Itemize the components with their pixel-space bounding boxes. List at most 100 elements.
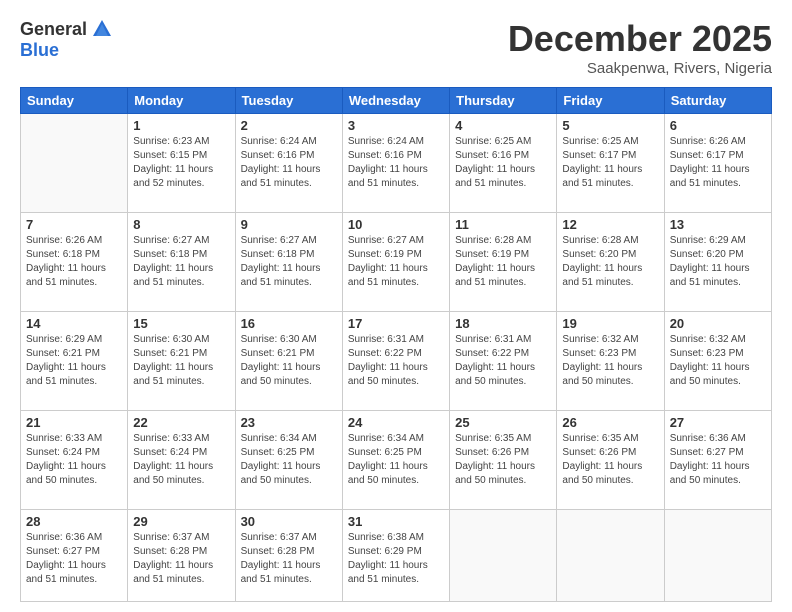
day-info: Sunrise: 6:29 AM Sunset: 6:21 PM Dayligh… — [26, 333, 122, 389]
day-number: 10 — [348, 217, 444, 232]
day-info: Sunrise: 6:26 AM Sunset: 6:18 PM Dayligh… — [26, 234, 122, 290]
day-info: Sunrise: 6:35 AM Sunset: 6:26 PM Dayligh… — [562, 432, 658, 488]
day-number: 24 — [348, 415, 444, 430]
calendar-cell: 14 Sunrise: 6:29 AM Sunset: 6:21 PM Dayli… — [21, 311, 128, 410]
weekday-thursday: Thursday — [450, 88, 557, 114]
day-number: 31 — [348, 514, 444, 529]
day-number: 3 — [348, 118, 444, 133]
calendar-cell: 30 Sunrise: 6:37 AM Sunset: 6:28 PM Dayli… — [235, 509, 342, 601]
day-number: 4 — [455, 118, 551, 133]
day-info: Sunrise: 6:37 AM Sunset: 6:28 PM Dayligh… — [133, 531, 229, 587]
calendar-cell: 27 Sunrise: 6:36 AM Sunset: 6:27 PM Dayli… — [664, 410, 771, 509]
calendar-cell: 26 Sunrise: 6:35 AM Sunset: 6:26 PM Dayli… — [557, 410, 664, 509]
day-number: 16 — [241, 316, 337, 331]
calendar-cell: 17 Sunrise: 6:31 AM Sunset: 6:22 PM Dayli… — [342, 311, 449, 410]
day-info: Sunrise: 6:38 AM Sunset: 6:29 PM Dayligh… — [348, 531, 444, 587]
day-number: 2 — [241, 118, 337, 133]
day-number: 28 — [26, 514, 122, 529]
day-number: 11 — [455, 217, 551, 232]
day-number: 19 — [562, 316, 658, 331]
calendar-cell: 19 Sunrise: 6:32 AM Sunset: 6:23 PM Dayli… — [557, 311, 664, 410]
day-info: Sunrise: 6:28 AM Sunset: 6:20 PM Dayligh… — [562, 234, 658, 290]
calendar-cell: 31 Sunrise: 6:38 AM Sunset: 6:29 PM Dayli… — [342, 509, 449, 601]
weekday-friday: Friday — [557, 88, 664, 114]
calendar-cell — [664, 509, 771, 601]
calendar-cell: 8Sunrise: 6:27 AM Sunset: 6:18 PM Daylig… — [128, 212, 235, 311]
day-number: 15 — [133, 316, 229, 331]
day-number: 27 — [670, 415, 766, 430]
calendar-cell: 2 Sunrise: 6:24 AM Sunset: 6:16 PM Daylig… — [235, 114, 342, 213]
calendar-cell: 12 Sunrise: 6:28 AM Sunset: 6:20 PM Dayli… — [557, 212, 664, 311]
day-number: 12 — [562, 217, 658, 232]
weekday-monday: Monday — [128, 88, 235, 114]
weekday-wednesday: Wednesday — [342, 88, 449, 114]
day-info: Sunrise: 6:27 AM Sunset: 6:18 PM Dayligh… — [133, 234, 229, 290]
day-info: Sunrise: 6:37 AM Sunset: 6:28 PM Dayligh… — [241, 531, 337, 587]
calendar-cell: 13 Sunrise: 6:29 AM Sunset: 6:20 PM Dayli… — [664, 212, 771, 311]
calendar-cell: 20 Sunrise: 6:32 AM Sunset: 6:23 PM Dayli… — [664, 311, 771, 410]
calendar-cell: 16Sunrise: 6:30 AM Sunset: 6:21 PM Dayli… — [235, 311, 342, 410]
calendar-cell: 4Sunrise: 6:25 AM Sunset: 6:16 PM Daylig… — [450, 114, 557, 213]
day-info: Sunrise: 6:33 AM Sunset: 6:24 PM Dayligh… — [133, 432, 229, 488]
header: General Blue December 2025 Saakpenwa, Ri… — [20, 18, 772, 77]
weekday-saturday: Saturday — [664, 88, 771, 114]
calendar-cell — [557, 509, 664, 601]
day-number: 7 — [26, 217, 122, 232]
day-number: 13 — [670, 217, 766, 232]
day-info: Sunrise: 6:35 AM Sunset: 6:26 PM Dayligh… — [455, 432, 551, 488]
calendar-cell: 24 Sunrise: 6:34 AM Sunset: 6:25 PM Dayli… — [342, 410, 449, 509]
day-info: Sunrise: 6:27 AM Sunset: 6:19 PM Dayligh… — [348, 234, 444, 290]
day-number: 17 — [348, 316, 444, 331]
day-number: 5 — [562, 118, 658, 133]
day-info: Sunrise: 6:30 AM Sunset: 6:21 PM Dayligh… — [133, 333, 229, 389]
calendar-cell: 9 Sunrise: 6:27 AM Sunset: 6:18 PM Daylig… — [235, 212, 342, 311]
calendar-cell: 28 Sunrise: 6:36 AM Sunset: 6:27 PM Dayli… — [21, 509, 128, 601]
day-info: Sunrise: 6:29 AM Sunset: 6:20 PM Dayligh… — [670, 234, 766, 290]
day-number: 14 — [26, 316, 122, 331]
week-row-1: 1 Sunrise: 6:23 AM Sunset: 6:15 PM Daylig… — [21, 114, 772, 213]
logo: General Blue — [20, 18, 113, 61]
day-number: 18 — [455, 316, 551, 331]
day-info: Sunrise: 6:36 AM Sunset: 6:27 PM Dayligh… — [670, 432, 766, 488]
day-info: Sunrise: 6:26 AM Sunset: 6:17 PM Dayligh… — [670, 135, 766, 191]
calendar-cell: 11 Sunrise: 6:28 AM Sunset: 6:19 PM Dayli… — [450, 212, 557, 311]
day-info: Sunrise: 6:23 AM Sunset: 6:15 PM Dayligh… — [133, 135, 229, 191]
week-row-2: 7 Sunrise: 6:26 AM Sunset: 6:18 PM Daylig… — [21, 212, 772, 311]
page: General Blue December 2025 Saakpenwa, Ri… — [0, 0, 792, 612]
calendar-cell: 7 Sunrise: 6:26 AM Sunset: 6:18 PM Daylig… — [21, 212, 128, 311]
weekday-header-row: SundayMondayTuesdayWednesdayThursdayFrid… — [21, 88, 772, 114]
day-number: 23 — [241, 415, 337, 430]
day-number: 30 — [241, 514, 337, 529]
day-info: Sunrise: 6:28 AM Sunset: 6:19 PM Dayligh… — [455, 234, 551, 290]
day-number: 22 — [133, 415, 229, 430]
day-number: 21 — [26, 415, 122, 430]
day-info: Sunrise: 6:36 AM Sunset: 6:27 PM Dayligh… — [26, 531, 122, 587]
day-info: Sunrise: 6:31 AM Sunset: 6:22 PM Dayligh… — [348, 333, 444, 389]
day-number: 1 — [133, 118, 229, 133]
calendar-cell: 18 Sunrise: 6:31 AM Sunset: 6:22 PM Dayli… — [450, 311, 557, 410]
calendar-cell: 10 Sunrise: 6:27 AM Sunset: 6:19 PM Dayli… — [342, 212, 449, 311]
day-info: Sunrise: 6:32 AM Sunset: 6:23 PM Dayligh… — [562, 333, 658, 389]
week-row-5: 28 Sunrise: 6:36 AM Sunset: 6:27 PM Dayli… — [21, 509, 772, 601]
day-number: 20 — [670, 316, 766, 331]
day-number: 29 — [133, 514, 229, 529]
day-info: Sunrise: 6:32 AM Sunset: 6:23 PM Dayligh… — [670, 333, 766, 389]
calendar-cell: 5Sunrise: 6:25 AM Sunset: 6:17 PM Daylig… — [557, 114, 664, 213]
day-number: 9 — [241, 217, 337, 232]
day-info: Sunrise: 6:34 AM Sunset: 6:25 PM Dayligh… — [241, 432, 337, 488]
week-row-3: 14 Sunrise: 6:29 AM Sunset: 6:21 PM Dayli… — [21, 311, 772, 410]
day-info: Sunrise: 6:31 AM Sunset: 6:22 PM Dayligh… — [455, 333, 551, 389]
day-number: 26 — [562, 415, 658, 430]
day-info: Sunrise: 6:27 AM Sunset: 6:18 PM Dayligh… — [241, 234, 337, 290]
week-row-4: 21 Sunrise: 6:33 AM Sunset: 6:24 PM Dayli… — [21, 410, 772, 509]
day-info: Sunrise: 6:24 AM Sunset: 6:16 PM Dayligh… — [241, 135, 337, 191]
calendar-cell: 22 Sunrise: 6:33 AM Sunset: 6:24 PM Dayli… — [128, 410, 235, 509]
month-title: December 2025 — [508, 18, 772, 60]
location: Saakpenwa, Rivers, Nigeria — [508, 60, 772, 77]
day-number: 25 — [455, 415, 551, 430]
day-info: Sunrise: 6:24 AM Sunset: 6:16 PM Dayligh… — [348, 135, 444, 191]
day-info: Sunrise: 6:34 AM Sunset: 6:25 PM Dayligh… — [348, 432, 444, 488]
calendar-cell: 6Sunrise: 6:26 AM Sunset: 6:17 PM Daylig… — [664, 114, 771, 213]
calendar-cell: 23 Sunrise: 6:34 AM Sunset: 6:25 PM Dayli… — [235, 410, 342, 509]
calendar-cell: 3 Sunrise: 6:24 AM Sunset: 6:16 PM Daylig… — [342, 114, 449, 213]
